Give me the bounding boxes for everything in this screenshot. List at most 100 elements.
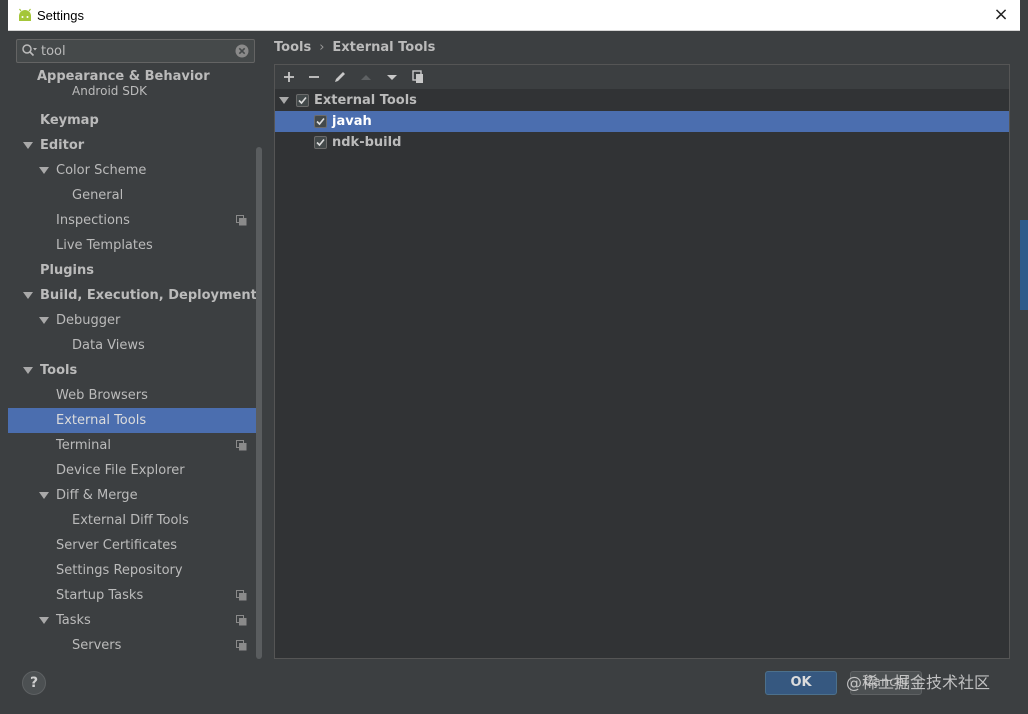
nav-item[interactable]: Keymap — [8, 108, 262, 133]
nav-item-label: Servers — [72, 638, 122, 653]
nav-item[interactable]: Tools — [8, 358, 262, 383]
nav-item[interactable]: Web Browsers — [8, 383, 262, 408]
nav-item-label: Debugger — [56, 313, 121, 328]
nav-item[interactable]: Diff & Merge — [8, 483, 262, 508]
nav-item-label: Startup Tasks — [56, 588, 144, 603]
nav-item[interactable]: External Diff Tools — [8, 508, 262, 533]
nav-item[interactable]: Servers — [8, 633, 262, 658]
android-icon — [19, 8, 31, 21]
nav-item[interactable]: Data Views — [8, 333, 262, 358]
nav-item-label: Tools — [40, 363, 78, 378]
nav-item[interactable]: Live Templates — [8, 233, 262, 258]
checkmark-icon — [316, 117, 325, 126]
nav-scrollbar[interactable] — [256, 147, 262, 659]
external-tools-list: External Tools javah ndk-build — [275, 89, 1009, 658]
project-scope-icon — [236, 440, 247, 451]
close-button[interactable]: × — [990, 4, 1012, 26]
nav-item[interactable]: General — [8, 183, 262, 208]
nav-item[interactable]: Terminal — [8, 433, 262, 458]
nav-item-label: General — [72, 188, 124, 203]
move-up-icon[interactable] — [358, 69, 374, 85]
expand-arrow-icon[interactable] — [279, 97, 289, 104]
nav-item-label: External Diff Tools — [72, 513, 189, 528]
project-scope-icon — [236, 590, 247, 601]
nav-item-label: Diff & Merge — [56, 488, 138, 503]
checkmark-icon — [298, 96, 307, 105]
nav-item[interactable]: Build, Execution, Deployment — [8, 283, 262, 308]
nav-item[interactable]: Tasks — [8, 608, 262, 633]
nav-item[interactable]: External Tools — [8, 408, 262, 433]
title-bar: Settings × — [8, 0, 1020, 31]
nav-item-label: Settings Repository — [56, 563, 183, 578]
tool-group-label: External Tools — [314, 93, 417, 108]
tool-checkbox[interactable] — [314, 115, 327, 128]
nav-item[interactable]: Settings Repository — [8, 558, 262, 583]
remove-icon[interactable] — [306, 69, 322, 85]
nav-item[interactable]: Startup Tasks — [8, 583, 262, 608]
add-icon[interactable] — [281, 69, 297, 85]
copy-icon[interactable] — [410, 69, 426, 85]
nav-item-label: Build, Execution, Deployment — [40, 288, 257, 303]
nav-item-label: External Tools — [56, 413, 147, 428]
breadcrumb: Tools › External Tools — [274, 39, 435, 57]
nav-item[interactable]: Device File Explorer — [8, 458, 262, 483]
nav-item[interactable]: Plugins — [8, 258, 262, 283]
ide-backdrop-left — [0, 0, 8, 714]
external-tools-panel: External Tools javah ndk-build — [274, 64, 1010, 659]
nav-item-label: Plugins — [40, 263, 94, 278]
tool-label: javah — [332, 114, 372, 129]
expand-arrow-icon[interactable] — [39, 617, 49, 624]
settings-dialog: Appearance & BehaviorAndroid SDKKeymapEd… — [8, 31, 1020, 714]
search-icon — [22, 44, 37, 57]
clear-search-icon[interactable] — [235, 44, 249, 58]
help-button[interactable]: ? — [22, 671, 46, 695]
settings-nav-panel: Appearance & BehaviorAndroid SDKKeymapEd… — [8, 31, 263, 659]
watermark: @稀土掘金技术社区 — [846, 673, 991, 692]
edit-icon[interactable] — [332, 69, 348, 85]
checkmark-icon — [316, 138, 325, 147]
ide-backdrop-right — [1020, 0, 1028, 714]
breadcrumb-current: External Tools — [332, 40, 436, 55]
nav-item-label: Live Templates — [56, 238, 153, 253]
project-scope-icon — [236, 615, 247, 626]
tool-group-row[interactable]: External Tools — [275, 90, 1009, 111]
tool-row[interactable]: javah — [275, 111, 1009, 132]
project-scope-icon — [236, 640, 247, 651]
expand-arrow-icon[interactable] — [23, 142, 33, 149]
nav-item[interactable]: Color Scheme — [8, 158, 262, 183]
nav-item-label: Device File Explorer — [56, 463, 185, 478]
nav-item-label: Keymap — [40, 113, 99, 128]
breadcrumb-parent[interactable]: Tools — [274, 40, 311, 55]
expand-arrow-icon[interactable] — [39, 167, 49, 174]
nav-item-label: Editor — [40, 138, 85, 153]
expand-arrow-icon[interactable] — [23, 292, 33, 299]
tool-label: ndk-build — [332, 135, 402, 150]
tool-group-checkbox[interactable] — [296, 94, 309, 107]
nav-item[interactable]: Android SDK — [8, 83, 262, 99]
search-input[interactable] — [41, 42, 231, 60]
search-box[interactable] — [16, 39, 255, 63]
nav-item-label: Inspections — [56, 213, 130, 228]
nav-item-label: Tasks — [56, 613, 91, 628]
breadcrumb-separator: › — [319, 40, 325, 55]
help-icon: ? — [29, 675, 39, 691]
nav-item[interactable]: Editor — [8, 133, 262, 158]
tool-row[interactable]: ndk-build — [275, 132, 1009, 153]
project-scope-icon — [236, 215, 247, 226]
expand-arrow-icon[interactable] — [39, 317, 49, 324]
nav-item-label: Web Browsers — [56, 388, 148, 403]
nav-item[interactable]: Debugger — [8, 308, 262, 333]
expand-arrow-icon[interactable] — [39, 492, 49, 499]
nav-item-label: Server Certificates — [56, 538, 178, 553]
tool-checkbox[interactable] — [314, 136, 327, 149]
nav-item-label: Terminal — [56, 438, 111, 453]
nav-item-label: Android SDK — [72, 84, 147, 98]
tools-toolbar — [275, 65, 1009, 89]
nav-item-label: Data Views — [72, 338, 145, 353]
nav-item[interactable]: Inspections — [8, 208, 262, 233]
ide-backdrop-accent — [1020, 220, 1028, 310]
nav-item[interactable]: Server Certificates — [8, 533, 262, 558]
ok-button[interactable]: OK — [765, 671, 837, 695]
expand-arrow-icon[interactable] — [23, 367, 33, 374]
move-down-icon[interactable] — [384, 69, 400, 85]
